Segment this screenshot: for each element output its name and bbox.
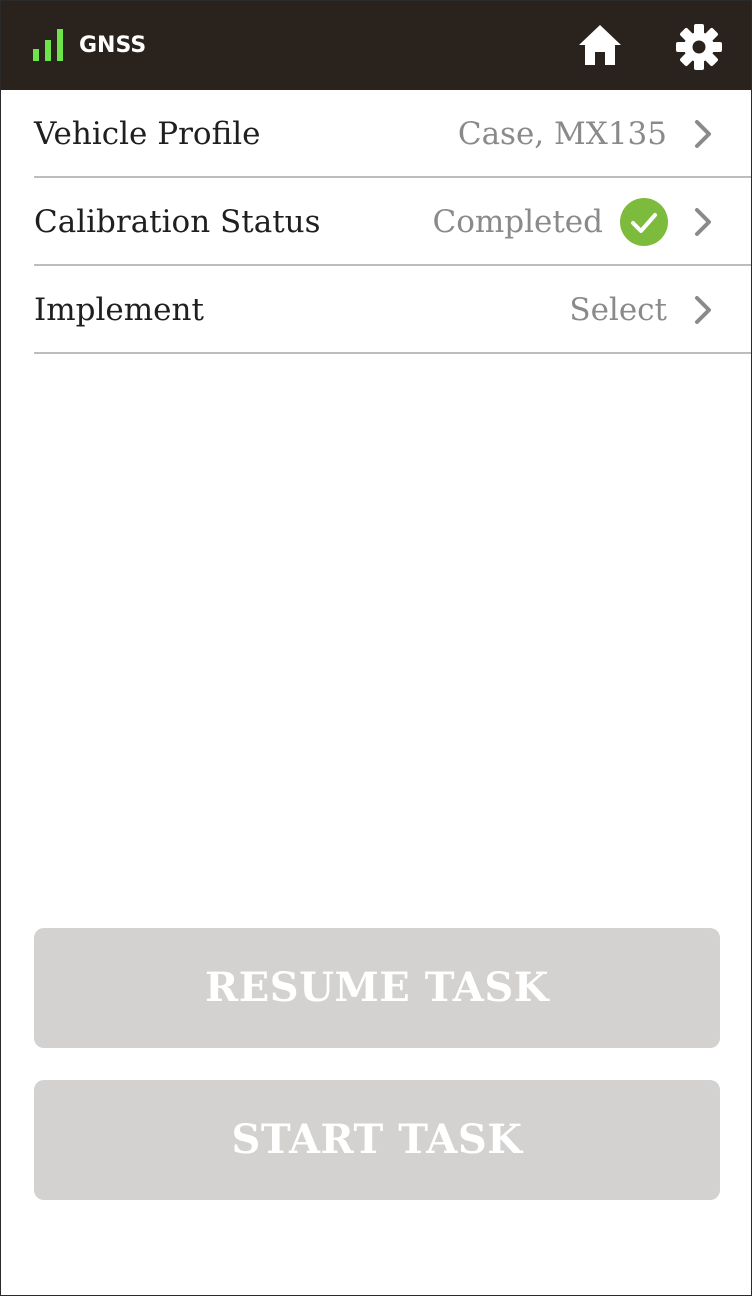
app-frame: GNSS Vehicle Profile Case, MX135 Calibra… [0,0,752,1296]
implement-label: Implement [34,292,204,328]
chevron-right-icon [695,120,711,148]
gear-icon [676,24,722,70]
home-icon [579,25,621,65]
calibration-status-row[interactable]: Calibration Status Completed [34,178,751,266]
calibration-status-value: Completed [432,204,603,240]
signal-bars-icon [33,29,65,61]
settings-button[interactable] [675,23,723,71]
implement-row[interactable]: Implement Select [34,266,751,354]
chevron-right-icon [695,296,711,324]
vehicle-profile-label: Vehicle Profile [34,116,261,152]
calibration-status-label: Calibration Status [34,204,321,240]
home-button[interactable] [577,23,623,67]
resume-task-button[interactable]: RESUME TASK [34,928,720,1048]
implement-value: Select [569,292,667,328]
top-bar: GNSS [1,1,751,90]
vehicle-profile-row[interactable]: Vehicle Profile Case, MX135 [34,90,751,178]
check-circle-icon [620,198,668,246]
vehicle-profile-value: Case, MX135 [457,116,667,152]
start-task-button[interactable]: START TASK [34,1080,720,1200]
gnss-status-label: GNSS [79,33,147,58]
chevron-right-icon [695,208,711,236]
